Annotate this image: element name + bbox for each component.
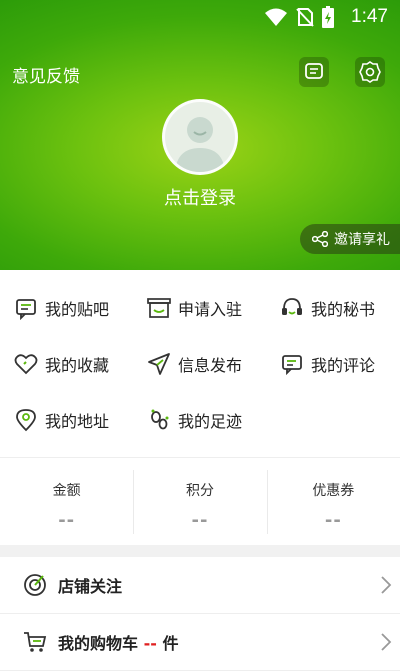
avatar[interactable] [162,99,238,175]
stat-balance[interactable]: 金额 -- [0,458,133,546]
wifi-icon [265,8,287,26]
message-button[interactable] [299,57,329,87]
grid-item-my-address[interactable]: 我的地址 [13,407,109,433]
grid-item-my-secretary[interactable]: 我的秘书 [279,295,375,321]
grid-item-label: 我的秘书 [311,300,376,319]
list-item-my-cart[interactable]: 我的购物车 -- 件 [0,614,400,671]
stat-value: -- [191,510,209,531]
grid-item-label: 我的收藏 [45,356,110,375]
stat-label: 金额 [52,483,81,499]
comment-icon [279,351,305,377]
share-icon [312,231,328,247]
invite-label: 邀请享礼 [334,232,390,248]
status-icons [264,6,334,28]
gear-icon [359,61,381,83]
battery-icon [322,6,334,28]
status-bar: 1:47 [0,0,400,36]
post-icon [13,295,39,321]
account-stats: 金额 -- 积分 -- 优惠券 -- [0,457,400,546]
grid-item-my-comments[interactable]: 我的评论 [279,351,375,377]
status-time: 1:47 [351,6,388,27]
grid-item-label: 我的贴吧 [45,300,110,319]
default-avatar-icon [175,117,225,172]
login-button[interactable]: 点击登录 [0,184,400,210]
cart-unit: 件 [162,634,179,653]
headset-icon [279,295,305,321]
list-item-followed-shops[interactable]: 店铺关注 [0,557,400,614]
chevron-right-icon [381,633,392,651]
list-item-label: 我的购物车 -- 件 [58,630,178,654]
grid-row: 我的贴吧 申请入驻 我的秘书 [0,280,400,336]
settings-button[interactable] [355,57,385,87]
grid-item-my-favorites[interactable]: 我的收藏 [13,351,109,377]
stat-label: 优惠券 [312,483,355,499]
footprint-icon [146,407,172,433]
grid-row: 我的收藏 信息发布 我的评论 [0,336,400,392]
profile-header: 1:47 意见反馈 点击登录 邀请享礼 [0,0,400,270]
grid-item-label: 申请入驻 [178,300,243,319]
no-sim-icon [296,8,314,27]
section-divider [0,545,400,557]
stat-coupons[interactable]: 优惠券 -- [266,458,400,546]
shop-icon [146,295,172,321]
stat-value: -- [324,510,342,531]
invite-button[interactable]: 邀请享礼 [300,224,400,254]
stat-points[interactable]: 积分 -- [133,458,266,546]
grid-item-apply-join[interactable]: 申请入驻 [146,295,242,321]
cart-count: -- [143,634,157,653]
grid-item-publish-info[interactable]: 信息发布 [146,351,242,377]
send-icon [146,351,172,377]
location-icon [13,407,39,433]
grid-item-label: 我的地址 [45,412,110,431]
grid-item-label: 我的评论 [311,356,376,375]
message-icon [305,63,323,79]
grid-item-my-footprints[interactable]: 我的足迹 [146,407,242,433]
grid-item-my-posts[interactable]: 我的贴吧 [13,295,109,321]
chevron-right-icon [381,576,392,594]
stat-label: 积分 [185,483,214,499]
cart-label: 我的购物车 [58,634,139,653]
cart-icon [22,629,48,655]
heart-icon [13,351,39,377]
list-item-label: 店铺关注 [58,577,123,596]
stat-value: -- [58,510,76,531]
feedback-link[interactable]: 意见反馈 [12,62,80,87]
grid-row: 我的地址 我的足迹 [0,392,400,448]
target-icon [22,572,48,598]
grid-item-label: 我的足迹 [178,412,243,431]
grid-item-label: 信息发布 [178,356,243,375]
feature-grid: 我的贴吧 申请入驻 我的秘书 我的收藏 信息发布 我的评论 我的地址 我的足迹 [0,280,400,448]
